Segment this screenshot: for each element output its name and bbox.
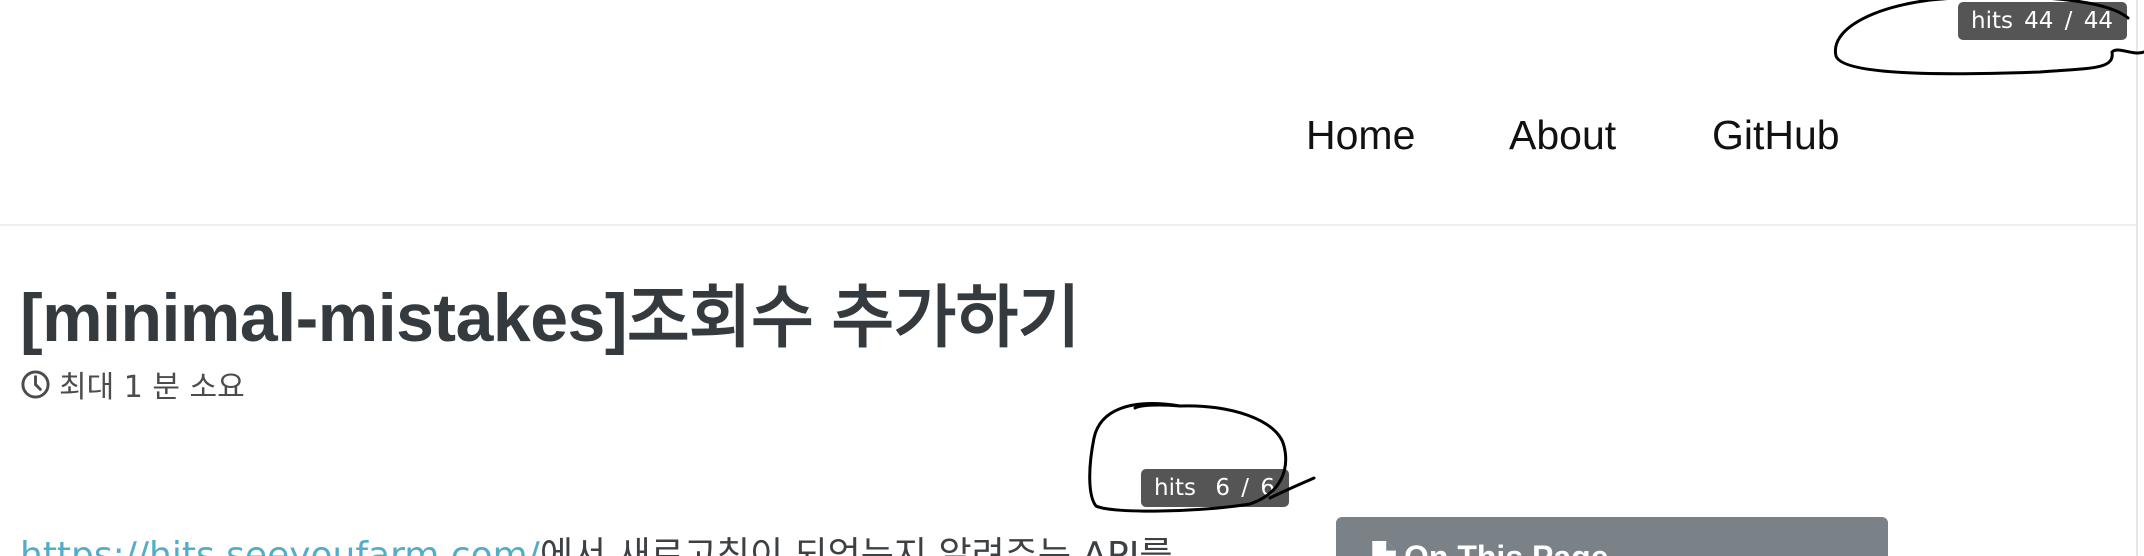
masthead: Home About GitHub (0, 0, 2136, 226)
post-body-text: 에서 새로고침이 되었는지 알려주는 API를 (539, 535, 1173, 556)
site-hits-label: hits (1971, 8, 2013, 34)
hits-site-link[interactable]: https://hits.seeyoufarm.com/ (20, 535, 540, 556)
post-hits-count: 6 / 6 (1215, 475, 1275, 501)
scrollbar-track[interactable] (2136, 0, 2138, 556)
post-body-paragraph: https://hits.seeyoufarm.com/에서 새로고침이 되었는… (20, 526, 1172, 556)
page-title: [minimal-mistakes]조회수 추가하기 (20, 280, 1080, 356)
read-time-text: 최대 1 분 소요 (59, 370, 245, 405)
toc-title: On This Page (1404, 539, 1608, 556)
site-hits-count: 44 / 44 (2024, 8, 2113, 34)
clock-icon (21, 369, 50, 399)
read-time: 최대 1 분 소요 (20, 362, 245, 406)
post-hits-label: hits (1154, 475, 1196, 501)
site-hits-badge[interactable]: hits 44 / 44 (1958, 2, 2127, 40)
nav-about-link[interactable]: About (1509, 112, 1616, 159)
page: Home About GitHub hits 44 / 44 [minimal-… (0, 0, 2144, 556)
nav-github-link[interactable]: GitHub (1712, 112, 1840, 159)
post-hits-badge[interactable]: hits 6 / 6 (1141, 469, 1289, 507)
nav-home-link[interactable]: Home (1306, 112, 1415, 159)
toc-header: On This Page (1336, 517, 1888, 556)
file-icon (1372, 541, 1396, 556)
